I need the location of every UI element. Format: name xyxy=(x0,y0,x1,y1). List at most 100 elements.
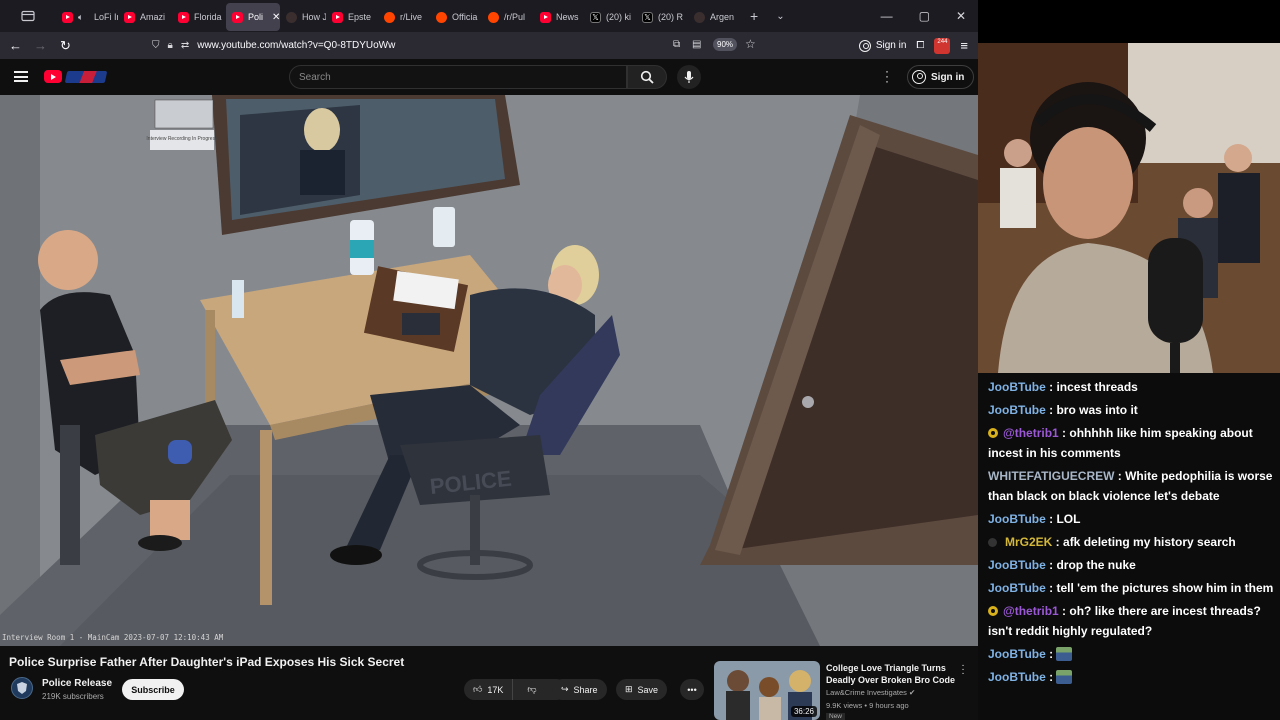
youtube-icon xyxy=(232,11,243,23)
dislike-button[interactable]: 👎︎ xyxy=(518,684,545,695)
youtube-sign-in-button[interactable]: Sign in xyxy=(907,65,975,89)
chat-username[interactable]: JooBTube xyxy=(988,380,1046,394)
reddit-icon xyxy=(384,11,395,23)
video-frame: Interview Recording In Progress POLICE xyxy=(0,95,978,646)
settings-more-icon[interactable]: · · · xyxy=(884,65,890,87)
account-sign-in-button[interactable]: Sign in xyxy=(858,39,907,52)
channel-avatar[interactable] xyxy=(11,677,33,699)
chat-text: incest threads xyxy=(1056,380,1138,394)
picture-in-picture-icon[interactable]: ⧉ xyxy=(673,39,680,50)
forward-arrow-icon[interactable]: → xyxy=(28,33,53,58)
browser-tab[interactable]: Epste xyxy=(326,3,378,31)
browser-tab[interactable]: 𝕏 (20) R xyxy=(636,3,688,31)
chat-username[interactable]: JooBTube xyxy=(988,581,1046,595)
browser-tab[interactable]: News xyxy=(534,3,584,31)
bookmark-star-icon[interactable]: ☆ xyxy=(745,37,756,51)
youtube-logo-icon[interactable] xyxy=(44,70,62,83)
reader-view-icon[interactable]: ▤ xyxy=(692,39,701,50)
youtube-doodle-logo[interactable] xyxy=(64,71,108,83)
browser-tab[interactable]: Amazi xyxy=(118,3,172,31)
close-tab-icon[interactable]: ✕ xyxy=(272,12,280,23)
browser-tab[interactable]: /r/Pul xyxy=(482,3,534,31)
window-controls: — ▢ ✕ xyxy=(881,0,978,32)
list-tabs-chevron-icon[interactable]: ⌄ xyxy=(776,11,784,22)
minimize-icon[interactable]: — xyxy=(881,9,893,23)
browser-tab[interactable]: r/Live xyxy=(378,3,430,31)
tab-groups-icon xyxy=(21,10,35,22)
chat-username[interactable]: JooBTube xyxy=(988,670,1046,684)
search-icon xyxy=(640,70,654,84)
subscribe-button[interactable]: Subscribe xyxy=(122,679,184,700)
tab-label: (20) ki xyxy=(606,12,632,22)
lock-icon[interactable]: 🔒︎ xyxy=(168,40,173,51)
extensions-puzzle-icon[interactable]: ⧠ xyxy=(916,40,924,51)
chat-text: LOL xyxy=(1056,512,1081,526)
tab-label: News xyxy=(556,12,579,22)
recommended-channel[interactable]: Law&Crime Investigates ✔︎ xyxy=(826,688,915,697)
browser-tab[interactable]: Argen xyxy=(688,3,742,31)
new-tab-button[interactable]: + xyxy=(750,8,758,24)
recommended-video-title[interactable]: College Love Triangle Turns Deadly Over … xyxy=(826,662,956,686)
youtube-sign-in-label: Sign in xyxy=(931,71,965,83)
like-button[interactable]: 👍︎ 17K xyxy=(464,679,514,700)
chat-username[interactable]: JooBTube xyxy=(988,403,1046,417)
recommendation-more-icon[interactable]: · · · xyxy=(960,661,966,679)
url-text[interactable]: www.youtube.com/watch?v=Q0-8TDYUoWw xyxy=(197,40,395,51)
extension-badge-icon[interactable]: 244 xyxy=(934,37,951,54)
permissions-icon[interactable]: ⇄ xyxy=(181,40,189,51)
chat-username[interactable]: @thetrib1 xyxy=(1003,604,1059,618)
account-sign-in-label: Sign in xyxy=(875,40,907,51)
video-title: Police Surprise Father After Daughter's … xyxy=(9,655,405,669)
browser-tab[interactable]: Poli ✕ xyxy=(226,3,280,31)
recommended-channel-name: Law&Crime Investigates xyxy=(826,688,907,697)
guide-menu-icon[interactable] xyxy=(14,71,28,82)
chat-separator: : xyxy=(1058,604,1070,618)
zoom-level-badge[interactable]: 90% xyxy=(713,38,738,51)
chat-username[interactable]: JooBTube xyxy=(988,647,1046,661)
chat-message: JooBTube : xyxy=(988,667,1274,687)
chat-separator: : xyxy=(1114,469,1126,483)
chat-message: JooBTube : bro was into it xyxy=(988,400,1274,420)
reddit-icon xyxy=(488,11,499,23)
browser-tab[interactable]: 🔈︎ LoFi In xyxy=(56,3,118,31)
police-badge-icon xyxy=(17,682,27,694)
microphone-icon xyxy=(684,71,694,83)
browser-tab[interactable]: 𝕏 (20) ki xyxy=(584,3,636,31)
channel-name[interactable]: Police Release xyxy=(42,678,112,689)
chat-message: @thetrib1 : oh? like there are incest th… xyxy=(988,601,1274,641)
tab-groups-button[interactable] xyxy=(0,0,56,32)
browser-tab[interactable]: Officia xyxy=(430,3,482,31)
app-menu-icon[interactable]: ≡ xyxy=(960,38,968,53)
browser-tab[interactable]: Florida xyxy=(172,3,226,31)
video-player[interactable]: Interview Recording In Progress POLICE I… xyxy=(0,95,978,646)
maximize-icon[interactable]: ▢ xyxy=(919,9,930,23)
back-arrow-icon[interactable]: ← xyxy=(3,33,28,58)
speaker-icon[interactable]: 🔈︎ xyxy=(78,12,89,23)
chat-message: WHITEFATIGUECREW : White pedophilia is w… xyxy=(988,466,1274,506)
recommended-video-thumbnail[interactable]: 36:26 xyxy=(714,661,820,720)
save-button[interactable]: ⊞ Save xyxy=(616,679,668,700)
browser-nav-bar: ← → ↻ ⛉ 🔒︎ ⇄ www.youtube.com/watch?v=Q0-… xyxy=(0,32,978,59)
tab-label: Florida xyxy=(194,12,222,22)
share-button[interactable]: ↪ Share xyxy=(552,679,607,700)
chat-username[interactable]: JooBTube xyxy=(988,558,1046,572)
search-button[interactable] xyxy=(627,65,667,89)
tab-label: r/Live xyxy=(400,12,423,22)
generic-icon xyxy=(286,11,297,23)
chat-separator: : xyxy=(1045,403,1057,417)
browser-tab[interactable]: How J xyxy=(280,3,326,31)
youtube-icon xyxy=(124,11,135,23)
voice-search-button[interactable] xyxy=(677,65,701,89)
shield-icon[interactable]: ⛉ xyxy=(152,40,160,51)
chat-username[interactable]: JooBTube xyxy=(988,512,1046,526)
x-icon: 𝕏 xyxy=(590,11,601,23)
search-input[interactable]: Search xyxy=(289,65,627,89)
chat-username[interactable]: WHITEFATIGUECREW xyxy=(988,469,1114,483)
reload-icon[interactable]: ↻ xyxy=(53,33,78,58)
chat-username[interactable]: MrG2EK xyxy=(1005,535,1052,549)
more-actions-button[interactable]: ••• xyxy=(680,679,704,700)
tab-label: LoFi In xyxy=(94,12,118,22)
chat-username[interactable]: @thetrib1 xyxy=(1003,426,1059,440)
new-badge: New xyxy=(826,713,846,720)
close-window-icon[interactable]: ✕ xyxy=(956,9,966,23)
